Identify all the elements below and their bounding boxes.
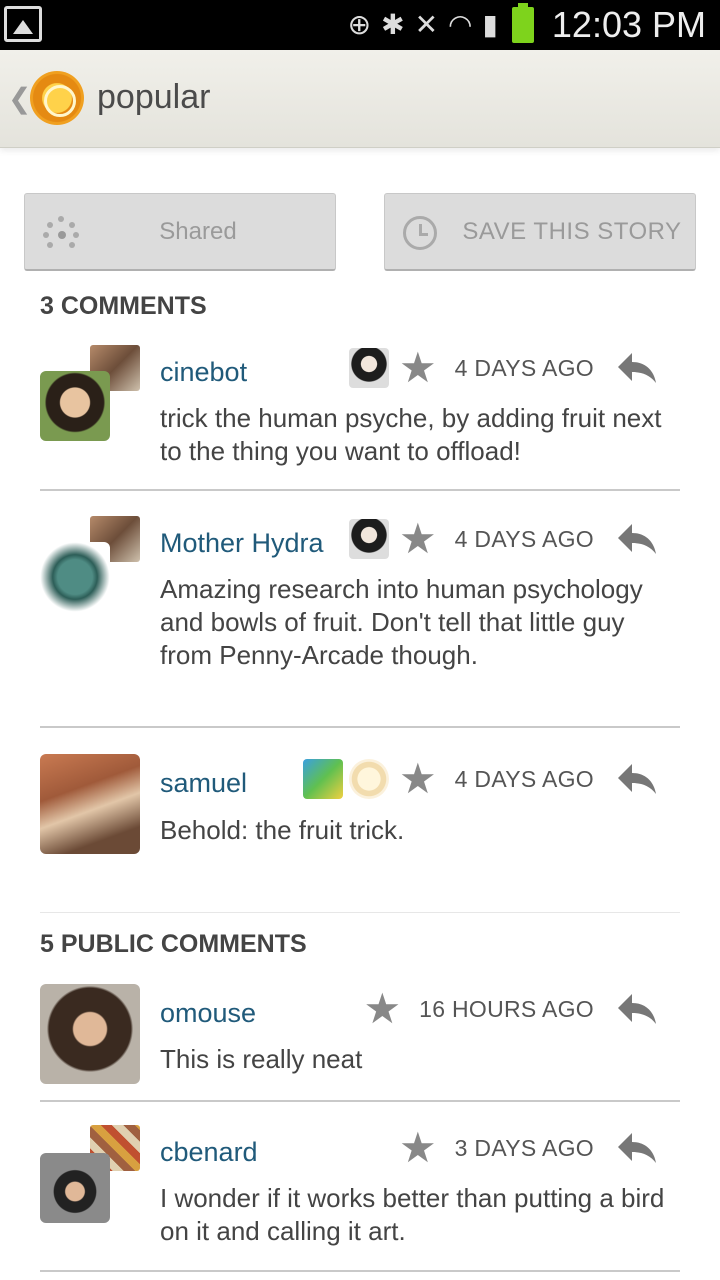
comment-item: Mother Hydra ★ 4 DAYS AGO Amazing resear…: [40, 516, 680, 716]
clock-icon: [403, 216, 437, 250]
comment-time: 4 DAYS AGO: [454, 354, 594, 381]
comment-text: Behold: the fruit trick.: [160, 815, 405, 845]
divider: [40, 726, 680, 728]
comment-item: samuel ★ 4 DAYS AGO Behold: the fruit tr…: [40, 754, 680, 864]
comment-time: 16 HOURS AGO: [419, 995, 594, 1022]
avatar[interactable]: [40, 345, 140, 445]
user-avatar: [40, 984, 140, 1084]
action-bar: ❮ popular: [0, 50, 720, 148]
username[interactable]: cinebot: [160, 357, 247, 388]
comment-text: Amazing research into human psychology a…: [160, 574, 643, 670]
mute-icon: ✕: [414, 8, 439, 41]
app-logo[interactable]: [30, 71, 84, 125]
signal-icon: ▮: [482, 8, 498, 41]
save-story-button[interactable]: SAVE THIS STORY: [384, 193, 696, 271]
gallery-notification-icon: [4, 6, 42, 42]
star-icon[interactable]: ★: [399, 347, 437, 389]
comment-item: cbenard ★ 3 DAYS AGO I wonder if it work…: [40, 1125, 680, 1265]
star-icon[interactable]: ★: [399, 1127, 437, 1169]
comment-item: omouse ★ 16 HOURS AGO This is really nea…: [40, 984, 680, 1089]
comment-time: 3 DAYS AGO: [454, 1134, 594, 1161]
status-time: 12:03 PM: [551, 4, 706, 45]
comment-item: cinebot ★ 4 DAYS AGO trick the human psy…: [40, 345, 680, 475]
comment-text: I wonder if it works better than putting…: [160, 1183, 665, 1246]
avatar[interactable]: [40, 1125, 140, 1225]
comments-header: 3 COMMENTS: [40, 292, 207, 320]
liker-avatar[interactable]: [348, 759, 389, 799]
reply-icon[interactable]: [616, 522, 658, 556]
share-icon: [43, 216, 79, 252]
reply-icon[interactable]: [616, 351, 658, 385]
user-avatar: [40, 754, 140, 854]
comment-text: trick the human psyche, by adding fruit …: [160, 403, 662, 466]
page-title: popular: [97, 78, 211, 116]
username[interactable]: omouse: [160, 998, 256, 1029]
star-icon[interactable]: ★: [363, 988, 401, 1030]
divider: [40, 1270, 680, 1272]
liker-avatar[interactable]: [348, 348, 389, 388]
username[interactable]: Mother Hydra: [160, 528, 324, 559]
user-avatar: [40, 371, 110, 441]
comment-time: 4 DAYS AGO: [454, 765, 594, 792]
divider: [40, 489, 680, 491]
wifi-icon: ◠: [448, 8, 473, 41]
user-avatar: [40, 542, 110, 612]
avatar[interactable]: [40, 516, 140, 616]
gps-icon: ⊕: [347, 8, 372, 41]
reply-icon[interactable]: [616, 992, 658, 1026]
comment-time: 4 DAYS AGO: [454, 525, 594, 552]
avatar[interactable]: [40, 984, 140, 1084]
reply-icon[interactable]: [616, 1131, 658, 1165]
shared-button[interactable]: Shared: [24, 193, 336, 271]
status-bar: ⊕ ✱ ✕ ◠ ▮ 12:03 PM: [0, 0, 720, 50]
reply-icon[interactable]: [616, 762, 658, 796]
liker-avatar[interactable]: [302, 759, 343, 799]
divider: [40, 912, 680, 913]
battery-icon: [511, 3, 534, 43]
user-avatar: [40, 1153, 110, 1223]
username[interactable]: cbenard: [160, 1137, 258, 1168]
back-chevron-icon[interactable]: ❮: [8, 82, 31, 115]
star-icon[interactable]: ★: [399, 758, 437, 800]
username[interactable]: samuel: [160, 768, 247, 799]
comment-text: This is really neat: [160, 1044, 363, 1074]
avatar[interactable]: [40, 754, 140, 854]
bluetooth-icon: ✱: [381, 8, 405, 41]
divider: [40, 1100, 680, 1102]
star-icon[interactable]: ★: [399, 518, 437, 560]
public-comments-header: 5 PUBLIC COMMENTS: [40, 930, 307, 958]
liker-avatar[interactable]: [348, 519, 389, 559]
